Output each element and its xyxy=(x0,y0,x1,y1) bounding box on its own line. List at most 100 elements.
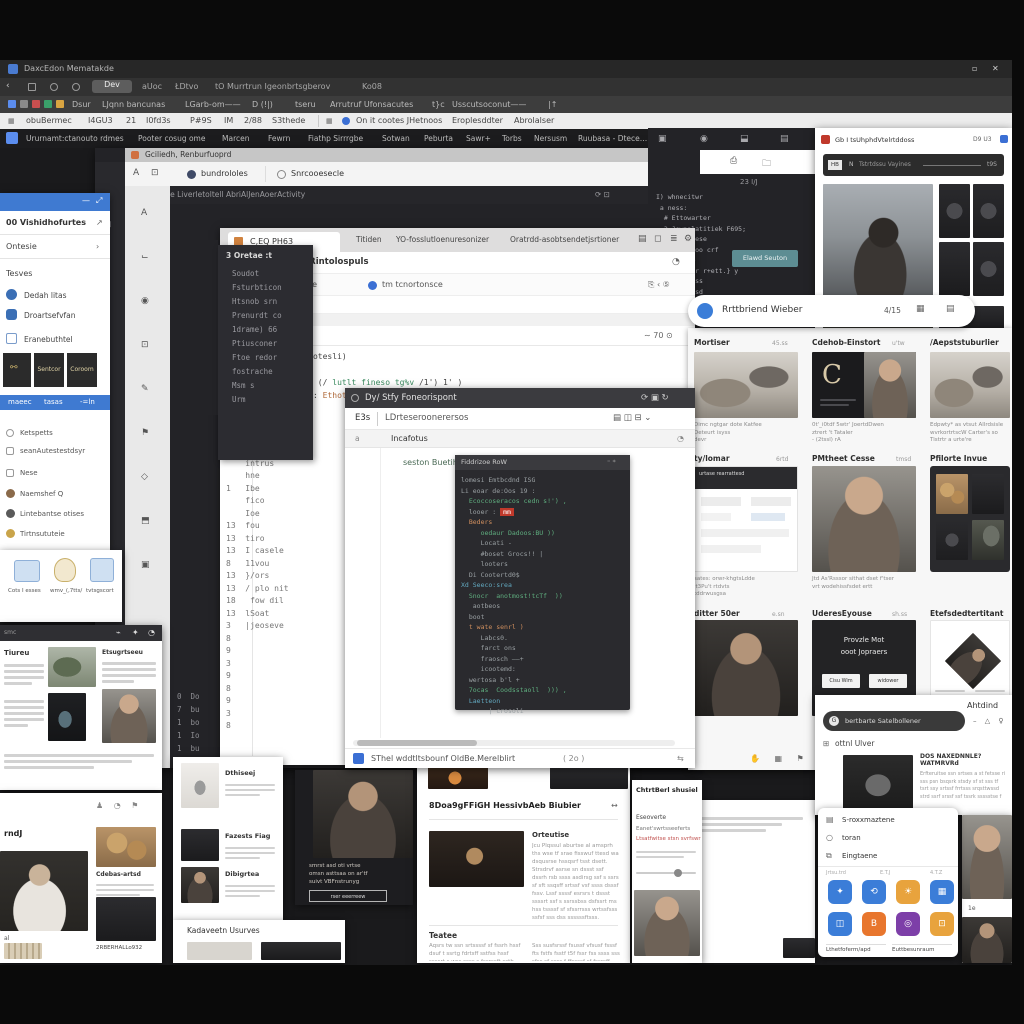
card-action-icons[interactable]: ♟ ◔ ⚑ xyxy=(96,801,142,810)
bookmark[interactable]: I4GU3 xyxy=(88,116,113,125)
app-icon-files[interactable] xyxy=(14,560,40,582)
bookmark[interactable]: P#9S xyxy=(190,116,212,125)
card-mockup[interactable]: urtase rearrattesd xyxy=(694,466,798,572)
nav-item[interactable]: tasas xyxy=(44,398,63,406)
bookmark[interactable]: 2/88 xyxy=(244,116,262,125)
tool-icon-layers[interactable]: ⬒ xyxy=(141,516,150,526)
menu-item[interactable]: Oratrdd-asobtsendetjsrtioner xyxy=(510,235,619,244)
app-icon-share[interactable]: ▦ xyxy=(930,880,954,904)
gallery-thumb[interactable] xyxy=(973,242,1004,296)
open-external-icon[interactable]: ↗ xyxy=(96,218,103,227)
dark-tile[interactable]: Sentcor xyxy=(34,353,64,387)
app-icon-media[interactable] xyxy=(54,558,76,582)
card-title[interactable]: /Aepststuburlier xyxy=(930,338,999,347)
tab-item[interactable]: tO Murrtrun Igeonbrtsgberov xyxy=(215,82,330,91)
pin-icon[interactable]: ◔ xyxy=(677,434,684,443)
entry-title[interactable]: Fazests Fiag xyxy=(225,832,270,840)
photo-woman-white[interactable] xyxy=(0,851,88,931)
app-icon-share[interactable]: B xyxy=(862,912,886,936)
app-icon-folder[interactable] xyxy=(90,558,114,582)
profile-icon[interactable] xyxy=(50,83,58,91)
card-photo[interactable] xyxy=(694,352,798,418)
entry-title[interactable]: Dthiseej xyxy=(225,769,255,777)
bookmark[interactable]: I0fd3s xyxy=(146,116,171,125)
share-footer-link[interactable]: Euttbesunraum xyxy=(892,944,952,953)
list-item-label[interactable]: Ketspetts xyxy=(20,429,53,437)
menu-item[interactable]: Sotwan xyxy=(382,134,410,143)
panel-row[interactable]: 00 Vishidhofurtes ↗ xyxy=(0,211,110,235)
slider-track[interactable] xyxy=(636,872,696,874)
photo-dark[interactable] xyxy=(96,897,156,941)
menu-item[interactable]: Ruubasa - Dtece… xyxy=(578,134,647,143)
tree-items[interactable]: Soudot Fsturbticon Htsnob srn Prenurdt c… xyxy=(232,267,282,407)
folder-icon[interactable]: 🗀 xyxy=(762,156,771,172)
doc-photo-top[interactable] xyxy=(550,767,628,789)
gallery-photo-man[interactable] xyxy=(823,184,933,300)
gear-icon[interactable]: ⚙ xyxy=(684,234,692,244)
share-footer-link[interactable]: Lthetfoferm/apd xyxy=(826,944,886,953)
filter-label[interactable]: ottnl Ulver xyxy=(835,739,874,748)
nav-item[interactable]: maeec xyxy=(8,398,32,406)
card-title[interactable]: Mortiser xyxy=(694,338,730,347)
list-icon[interactable]: ≣ xyxy=(670,234,678,244)
bookmark[interactable]: On it cootes JHetnoos xyxy=(356,116,442,125)
card-title[interactable]: Pfilorte Invue xyxy=(930,454,987,463)
card-title[interactable]: ditter 50er xyxy=(694,609,740,618)
promo-button[interactable]: rser eeerreew xyxy=(309,890,387,902)
dark-tile[interactable]: ⚯ xyxy=(3,353,31,387)
menu-item[interactable]: Peburta xyxy=(424,134,453,143)
row-icons[interactable]: ⎘ ‹ ⑤ xyxy=(648,280,670,290)
copy-icon[interactable]: ▤ xyxy=(638,234,647,244)
doc-photo-top[interactable] xyxy=(428,767,488,789)
menu-item[interactable]: Sawr+ xyxy=(466,134,491,143)
card-photo-portrait[interactable] xyxy=(694,620,798,716)
list-item-label[interactable]: Naemshef Q xyxy=(20,490,63,498)
card-title[interactable]: PMtheet Cesse xyxy=(812,454,875,463)
photo-device[interactable] xyxy=(181,763,219,808)
gallery-thumb[interactable] xyxy=(939,242,970,296)
tool-icon-flag[interactable]: ⚑ xyxy=(141,428,149,438)
panel-photo[interactable] xyxy=(634,890,700,956)
app-icon-share[interactable]: ⟲ xyxy=(862,880,886,904)
tool-icon-target[interactable]: ◉ xyxy=(141,296,149,306)
breadcrumb-icons[interactable]: ⟳ ⊡ xyxy=(595,190,610,199)
expand-icon[interactable]: ↔ xyxy=(611,801,618,810)
link-icon[interactable]: ⌁ xyxy=(116,628,121,637)
menu-item[interactable]: Ururnamt:ctanouto rdmes xyxy=(26,134,124,143)
menu-item[interactable]: Pooter cosug ome xyxy=(138,134,205,143)
tool-icon-frame[interactable]: ⊡ xyxy=(151,168,159,178)
address-bar[interactable]: Dsur LJqnn bancunas LGarb-om—— D (!|) ts… xyxy=(0,96,1012,113)
active-tab[interactable]: Dev xyxy=(92,80,132,93)
user-icon[interactable]: ⬓ xyxy=(740,134,749,144)
card-photo[interactable]: C xyxy=(812,352,916,418)
card-title[interactable]: Cdehob-Einstort xyxy=(812,338,880,347)
extensions-icon[interactable] xyxy=(28,83,36,91)
bookmark[interactable]: S3thede xyxy=(272,116,305,125)
panel-header-icons[interactable]: ∼ 70 ⊙ xyxy=(644,331,673,340)
minimize-icon[interactable]: — xyxy=(82,196,90,205)
article-photo-portrait[interactable] xyxy=(102,689,156,743)
grid-view-icon[interactable]: ▦ xyxy=(916,304,925,314)
app-icon-share[interactable]: ☀ xyxy=(896,880,920,904)
app-icon-share[interactable]: ◫ xyxy=(828,912,852,936)
list-item-label[interactable]: Lintebantse otises xyxy=(20,510,84,518)
article-photo-flower[interactable] xyxy=(48,693,86,741)
share-option[interactable]: toran xyxy=(842,834,861,842)
tool-icon-pen[interactable]: ✎ xyxy=(141,384,149,394)
maximize-icon[interactable]: ⤢ xyxy=(96,196,102,206)
h-scrollbar[interactable] xyxy=(353,740,675,746)
list-item-label[interactable]: Droartsefvfan xyxy=(24,311,76,320)
card-title[interactable]: Etefsdedtertitant xyxy=(930,609,1003,618)
close-icon[interactable]: ✕ xyxy=(992,64,999,73)
menu-item[interactable]: Marcen xyxy=(222,134,249,143)
gallery-thumb[interactable] xyxy=(973,184,1004,238)
card-photo[interactable] xyxy=(962,815,1012,899)
gallery-thumb[interactable] xyxy=(939,184,970,238)
doc-photo-article[interactable] xyxy=(429,831,524,887)
promo-button[interactable]: widower xyxy=(869,674,907,688)
card-photo[interactable] xyxy=(930,352,1010,418)
grid-icon[interactable]: ▦ xyxy=(326,117,333,125)
bookmark[interactable]: Abrolalser xyxy=(514,116,554,125)
tab-item[interactable]: ŁDtvo xyxy=(175,82,198,91)
dy-tab[interactable]: Incafotus xyxy=(391,434,428,443)
